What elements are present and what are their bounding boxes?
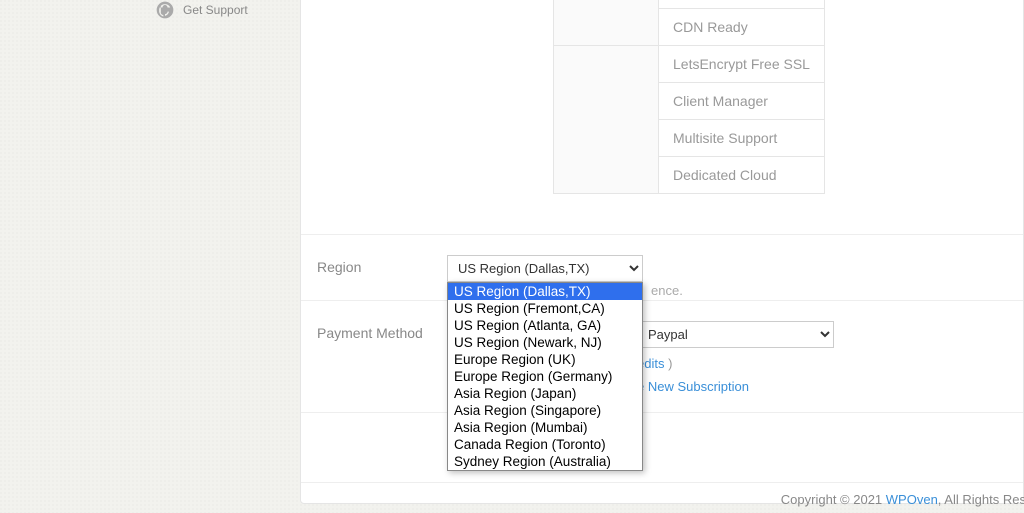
region-option[interactable]: Europe Region (Germany) bbox=[448, 368, 642, 385]
features-table: Free Email CDN Ready LetsEncrypt Free SS… bbox=[553, 0, 825, 194]
rights-text: , All Rights Reserv bbox=[938, 492, 1024, 507]
region-option[interactable]: Asia Region (Singapore) bbox=[448, 402, 642, 419]
feature-cell: LetsEncrypt Free SSL bbox=[659, 46, 825, 83]
region-option[interactable]: Asia Region (Mumbai) bbox=[448, 419, 642, 436]
copyright-text: Copyright © 2021 bbox=[781, 492, 886, 507]
region-label: Region bbox=[317, 255, 447, 282]
credits-line: edits ) bbox=[637, 356, 1007, 371]
region-help-text: ence. bbox=[651, 283, 683, 298]
region-option[interactable]: Canada Region (Toronto) bbox=[448, 436, 642, 453]
brand-link[interactable]: WPOven bbox=[886, 492, 938, 507]
region-option[interactable]: US Region (Atlanta, GA) bbox=[448, 317, 642, 334]
footer: Copyright © 2021 WPOven, All Rights Rese… bbox=[781, 492, 1024, 507]
region-option[interactable]: Asia Region (Japan) bbox=[448, 385, 642, 402]
feature-cell: Dedicated Cloud bbox=[659, 157, 825, 194]
form-row-payment: Payment Method Paypal edits ) e New Subs… bbox=[301, 301, 1023, 413]
region-option[interactable]: US Region (Newark, NJ) bbox=[448, 334, 642, 351]
sidebar-item-label: Get Support bbox=[183, 3, 248, 17]
region-option[interactable]: US Region (Fremont,CA) bbox=[448, 300, 642, 317]
region-option[interactable]: US Region (Dallas,TX) bbox=[448, 283, 642, 300]
feature-cell: Free Email bbox=[659, 0, 825, 9]
feature-cell: Multisite Support bbox=[659, 120, 825, 157]
main-panel: Free Email CDN Ready LetsEncrypt Free SS… bbox=[300, 0, 1024, 504]
sidebar-item-support[interactable]: Get Support bbox=[155, 0, 265, 20]
region-option[interactable]: Sydney Region (Australia) bbox=[448, 453, 642, 470]
subscription-line: e New Subscription bbox=[637, 379, 1007, 394]
payment-select[interactable]: Paypal bbox=[637, 321, 834, 348]
payment-label: Payment Method bbox=[317, 321, 447, 394]
form-section: Region US Region (Dallas,TX) ence. US Re… bbox=[301, 234, 1023, 483]
region-select[interactable]: US Region (Dallas,TX) bbox=[447, 255, 643, 282]
form-row-region: Region US Region (Dallas,TX) ence. US Re… bbox=[301, 235, 1023, 301]
form-row-spacer bbox=[301, 413, 1023, 483]
feature-cell-empty bbox=[554, 0, 659, 46]
region-dropdown-list: US Region (Dallas,TX) US Region (Fremont… bbox=[447, 282, 643, 471]
credits-paren: ) bbox=[668, 356, 672, 371]
feature-cell: Client Manager bbox=[659, 83, 825, 120]
support-icon bbox=[155, 0, 175, 20]
feature-cell: CDN Ready bbox=[659, 9, 825, 46]
region-option[interactable]: Europe Region (UK) bbox=[448, 351, 642, 368]
new-subscription-link[interactable]: e New Subscription bbox=[637, 379, 749, 394]
feature-cell-empty bbox=[554, 46, 659, 194]
